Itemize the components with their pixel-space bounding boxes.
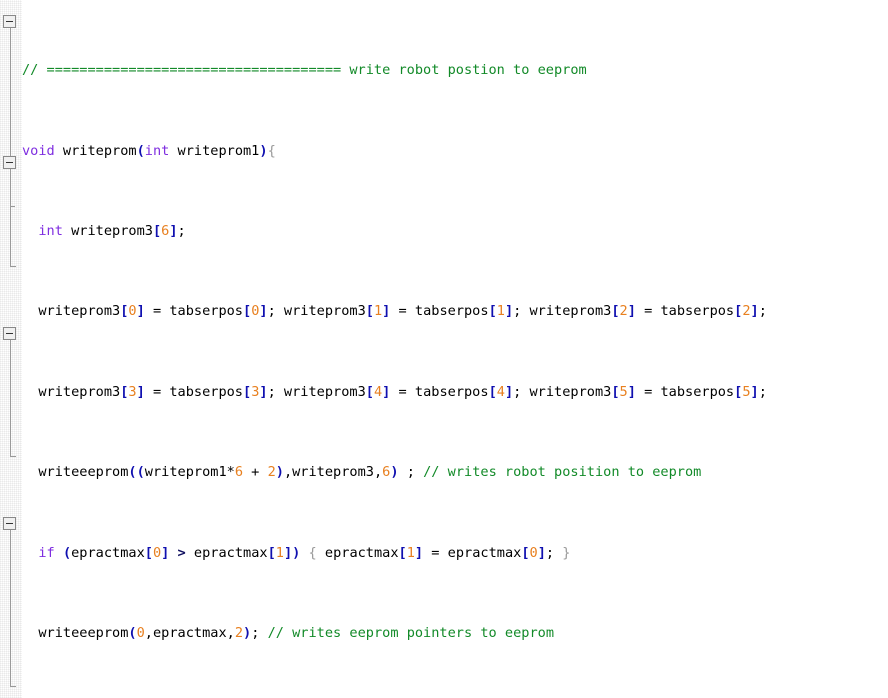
fold-guide-line-writeeeprom xyxy=(10,340,11,456)
code-line[interactable]: // ==================================== … xyxy=(0,60,888,80)
code-line[interactable]: writeprom3[3] = tabserpos[3]; writeprom3… xyxy=(0,382,888,402)
fold-marker-lcdpres-if[interactable] xyxy=(3,156,16,169)
fold-guide-tick-lcdpres-if xyxy=(10,206,15,207)
code-line[interactable]: int writeprom3[6]; xyxy=(0,221,888,241)
code-line[interactable]: void writeprom(int writeprom1){ xyxy=(0,141,888,161)
fold-guide-foot-writeeeprom xyxy=(10,456,16,457)
code-line[interactable]: if (epractmax[0] > epractmax[1]) { eprac… xyxy=(0,543,888,563)
code-line[interactable]: writeprom3[0] = tabserpos[0]; writeprom3… xyxy=(0,301,888,321)
fold-guide-line-writeprom xyxy=(10,28,11,266)
code-text-area[interactable]: // ==================================== … xyxy=(0,0,888,698)
fold-marker-writeeeprom[interactable] xyxy=(3,327,16,340)
fold-guide-foot-writeprom xyxy=(10,266,16,267)
code-line[interactable]: writeeeprom((writeprom1*6 + 2),writeprom… xyxy=(0,462,888,482)
section-comment-write-robot: // ==================================== … xyxy=(22,62,587,79)
fold-marker-readeeprom[interactable] xyxy=(3,517,16,530)
code-line[interactable]: writeeeprom(0,epractmax,2); // writes ee… xyxy=(0,623,888,643)
fold-guide-foot-readeeprom xyxy=(10,686,16,687)
fold-guide-line-readeeprom xyxy=(10,530,11,686)
code-editor[interactable]: // ==================================== … xyxy=(0,0,888,698)
code-folding-gutter[interactable] xyxy=(0,0,22,698)
fold-marker-writeprom[interactable] xyxy=(3,15,16,28)
